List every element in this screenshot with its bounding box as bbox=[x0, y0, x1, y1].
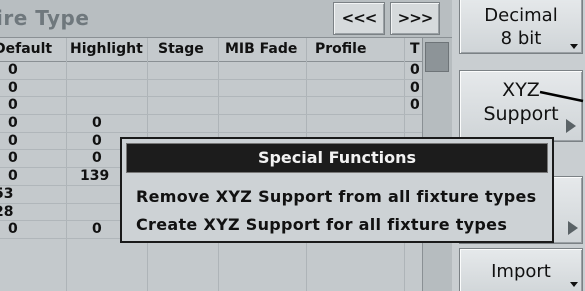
xyz-support-button[interactable]: XYZ Support bbox=[459, 70, 583, 142]
column-header-stage[interactable]: Stage bbox=[158, 41, 204, 57]
cell-t[interactable]: 0 bbox=[410, 80, 420, 97]
scrollbar-thumb[interactable] bbox=[425, 42, 449, 72]
popup-title: Special Functions bbox=[126, 143, 548, 173]
column-header-profile[interactable]: Profile bbox=[315, 41, 366, 57]
cell-default[interactable]: 0 bbox=[8, 150, 18, 167]
submenu-arrow-icon bbox=[566, 119, 576, 133]
cell-highlight[interactable]: 0 bbox=[92, 150, 102, 167]
column-header-mib-fade[interactable]: MIB Fade bbox=[225, 41, 297, 57]
column-header-t[interactable]: T bbox=[410, 41, 420, 57]
import-button-label: Import bbox=[491, 261, 551, 282]
dropdown-arrow-icon bbox=[570, 282, 578, 287]
import-button[interactable]: Import bbox=[459, 248, 583, 291]
dropdown-arrow-icon bbox=[570, 44, 578, 49]
panel-title: ire Type bbox=[0, 6, 90, 30]
create-xyz-support-option[interactable]: Create XYZ Support for all fixture types bbox=[136, 215, 507, 234]
remove-xyz-support-option[interactable]: Remove XYZ Support from all fixture type… bbox=[136, 187, 536, 206]
special-functions-popup: Special Functions Remove XYZ Support fro… bbox=[120, 137, 554, 243]
cell-default[interactable]: 0 bbox=[8, 133, 18, 150]
cell-highlight[interactable]: 139 bbox=[80, 168, 109, 185]
column-header-default[interactable]: Default bbox=[0, 41, 52, 57]
submenu-arrow-icon bbox=[568, 221, 578, 235]
cell-t[interactable]: 0 bbox=[410, 97, 420, 114]
previous-page-button[interactable]: <<< bbox=[333, 2, 385, 35]
table-row[interactable]: 0 0 bbox=[0, 97, 422, 116]
table-row[interactable]: 0 0 bbox=[0, 80, 422, 98]
cell-default[interactable]: 0 bbox=[8, 221, 18, 238]
next-page-button[interactable]: >>> bbox=[390, 2, 440, 35]
xyz-button-label: XYZ bbox=[502, 79, 540, 101]
cell-default[interactable]: 28 bbox=[0, 204, 13, 221]
panel-titlebar: ire Type <<< >>> bbox=[0, 0, 452, 38]
cell-t[interactable]: 0 bbox=[410, 62, 420, 79]
cell-highlight[interactable]: 0 bbox=[92, 133, 102, 150]
xyz-button-label-2: Support bbox=[483, 103, 559, 125]
decimal-button-label: Decimal bbox=[484, 5, 558, 26]
table-row[interactable]: 0 0 bbox=[0, 115, 422, 133]
column-header-highlight[interactable]: Highlight bbox=[70, 41, 143, 57]
decimal-resolution-button[interactable]: Decimal 8 bit bbox=[459, 0, 583, 54]
cell-highlight[interactable]: 0 bbox=[92, 115, 102, 132]
cell-highlight[interactable]: 0 bbox=[92, 221, 102, 238]
table-row[interactable]: 0 0 bbox=[0, 62, 422, 80]
cell-default[interactable]: 0 bbox=[8, 115, 18, 132]
cell-default[interactable]: 0 bbox=[8, 62, 18, 79]
table-header: Default Highlight Stage MIB Fade Profile… bbox=[0, 38, 422, 62]
cell-default[interactable]: 0 bbox=[8, 80, 18, 97]
cell-default[interactable]: 53 bbox=[0, 186, 13, 203]
cell-default[interactable]: 0 bbox=[8, 97, 18, 114]
decimal-button-value: 8 bit bbox=[500, 28, 542, 49]
cell-default[interactable]: 0 bbox=[8, 168, 18, 185]
